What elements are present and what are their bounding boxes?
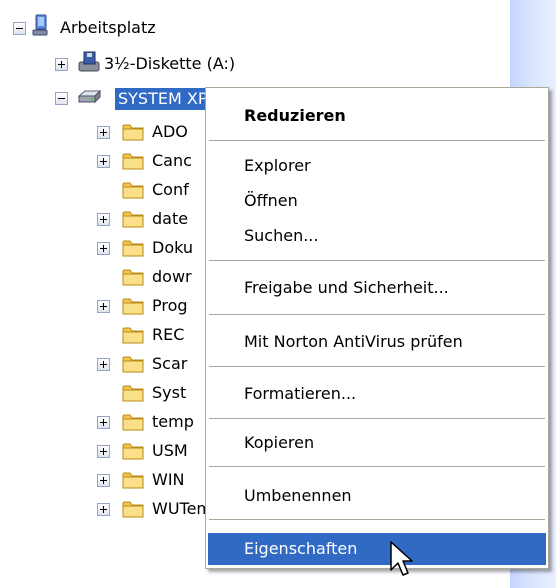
- menu-separator: [209, 418, 545, 419]
- folder-icon: [122, 501, 144, 518]
- tree-label-folder[interactable]: WIN: [152, 469, 185, 491]
- folder-icon: [122, 124, 144, 141]
- expand-toggle-folder[interactable]: [97, 503, 110, 516]
- collapse-toggle-arbeitsplatz[interactable]: [13, 22, 26, 35]
- folder-icon: [122, 385, 144, 402]
- menu-item-norton-scan[interactable]: Mit Norton AntiVirus prüfen: [208, 326, 546, 358]
- menu-item-freigabe[interactable]: Freigabe und Sicherheit...: [208, 272, 546, 304]
- expand-toggle-folder[interactable]: [97, 445, 110, 458]
- folder-icon: [122, 443, 144, 460]
- folder-icon: [122, 298, 144, 315]
- tree-label-folder[interactable]: ADO: [152, 121, 188, 143]
- menu-item-eigenschaften[interactable]: Eigenschaften: [208, 533, 546, 565]
- menu-separator: [209, 366, 545, 367]
- my-computer-icon: [32, 14, 48, 36]
- menu-item-reduzieren[interactable]: Reduzieren: [208, 100, 546, 132]
- expand-toggle-folder[interactable]: [97, 213, 110, 226]
- folder-icon: [122, 327, 144, 344]
- tree-label-folder[interactable]: Prog: [152, 295, 188, 317]
- tree-label-floppy[interactable]: 3½-Diskette (A:): [104, 53, 235, 75]
- expand-toggle-folder[interactable]: [97, 242, 110, 255]
- folder-icon: [122, 211, 144, 228]
- expand-toggle-folder[interactable]: [97, 474, 110, 487]
- menu-item-explorer[interactable]: Explorer: [208, 150, 546, 182]
- tree-label-folder[interactable]: Doku: [152, 237, 193, 259]
- folder-icon: [122, 472, 144, 489]
- menu-separator: [209, 466, 545, 467]
- menu-item-oeffnen[interactable]: Öffnen: [208, 185, 546, 217]
- folder-icon: [122, 182, 144, 199]
- folder-icon: [122, 414, 144, 431]
- menu-separator: [209, 519, 545, 520]
- expand-toggle-folder[interactable]: [97, 155, 110, 168]
- folder-icon: [122, 269, 144, 286]
- expand-toggle-folder[interactable]: [97, 416, 110, 429]
- tree-label-folder[interactable]: Scar: [152, 353, 187, 375]
- tree-label-folder[interactable]: dowr: [152, 266, 192, 288]
- menu-separator: [209, 140, 545, 141]
- menu-item-kopieren[interactable]: Kopieren: [208, 427, 546, 459]
- tree-label-folder[interactable]: REC: [152, 324, 184, 346]
- mouse-pointer-icon: [390, 541, 413, 576]
- folder-icon: [122, 240, 144, 257]
- folder-icon: [122, 356, 144, 373]
- tree-label-folder[interactable]: date: [152, 208, 188, 230]
- menu-separator: [209, 314, 545, 315]
- folder-icon: [122, 153, 144, 170]
- floppy-drive-icon: [78, 51, 100, 72]
- tree-label-folder[interactable]: Conf: [152, 179, 189, 201]
- menu-item-suchen[interactable]: Suchen...: [208, 220, 546, 252]
- hard-drive-icon: [77, 89, 102, 104]
- expand-toggle-floppy[interactable]: [55, 58, 68, 71]
- tree-label-arbeitsplatz[interactable]: Arbeitsplatz: [60, 17, 156, 39]
- expand-toggle-folder[interactable]: [97, 126, 110, 139]
- menu-item-umbenennen[interactable]: Umbenennen: [208, 480, 546, 512]
- tree-label-folder[interactable]: USM: [152, 440, 188, 462]
- menu-item-formatieren[interactable]: Formatieren...: [208, 378, 546, 410]
- expand-toggle-folder[interactable]: [97, 300, 110, 313]
- tree-label-folder[interactable]: Canc: [152, 150, 192, 172]
- expand-toggle-folder[interactable]: [97, 358, 110, 371]
- collapse-toggle-drive[interactable]: [55, 92, 68, 105]
- tree-label-folder[interactable]: temp: [152, 411, 194, 433]
- menu-separator: [209, 260, 545, 261]
- tree-label-folder[interactable]: Syst: [152, 382, 186, 404]
- context-menu: Reduzieren Explorer Öffnen Suchen... Fre…: [205, 87, 549, 569]
